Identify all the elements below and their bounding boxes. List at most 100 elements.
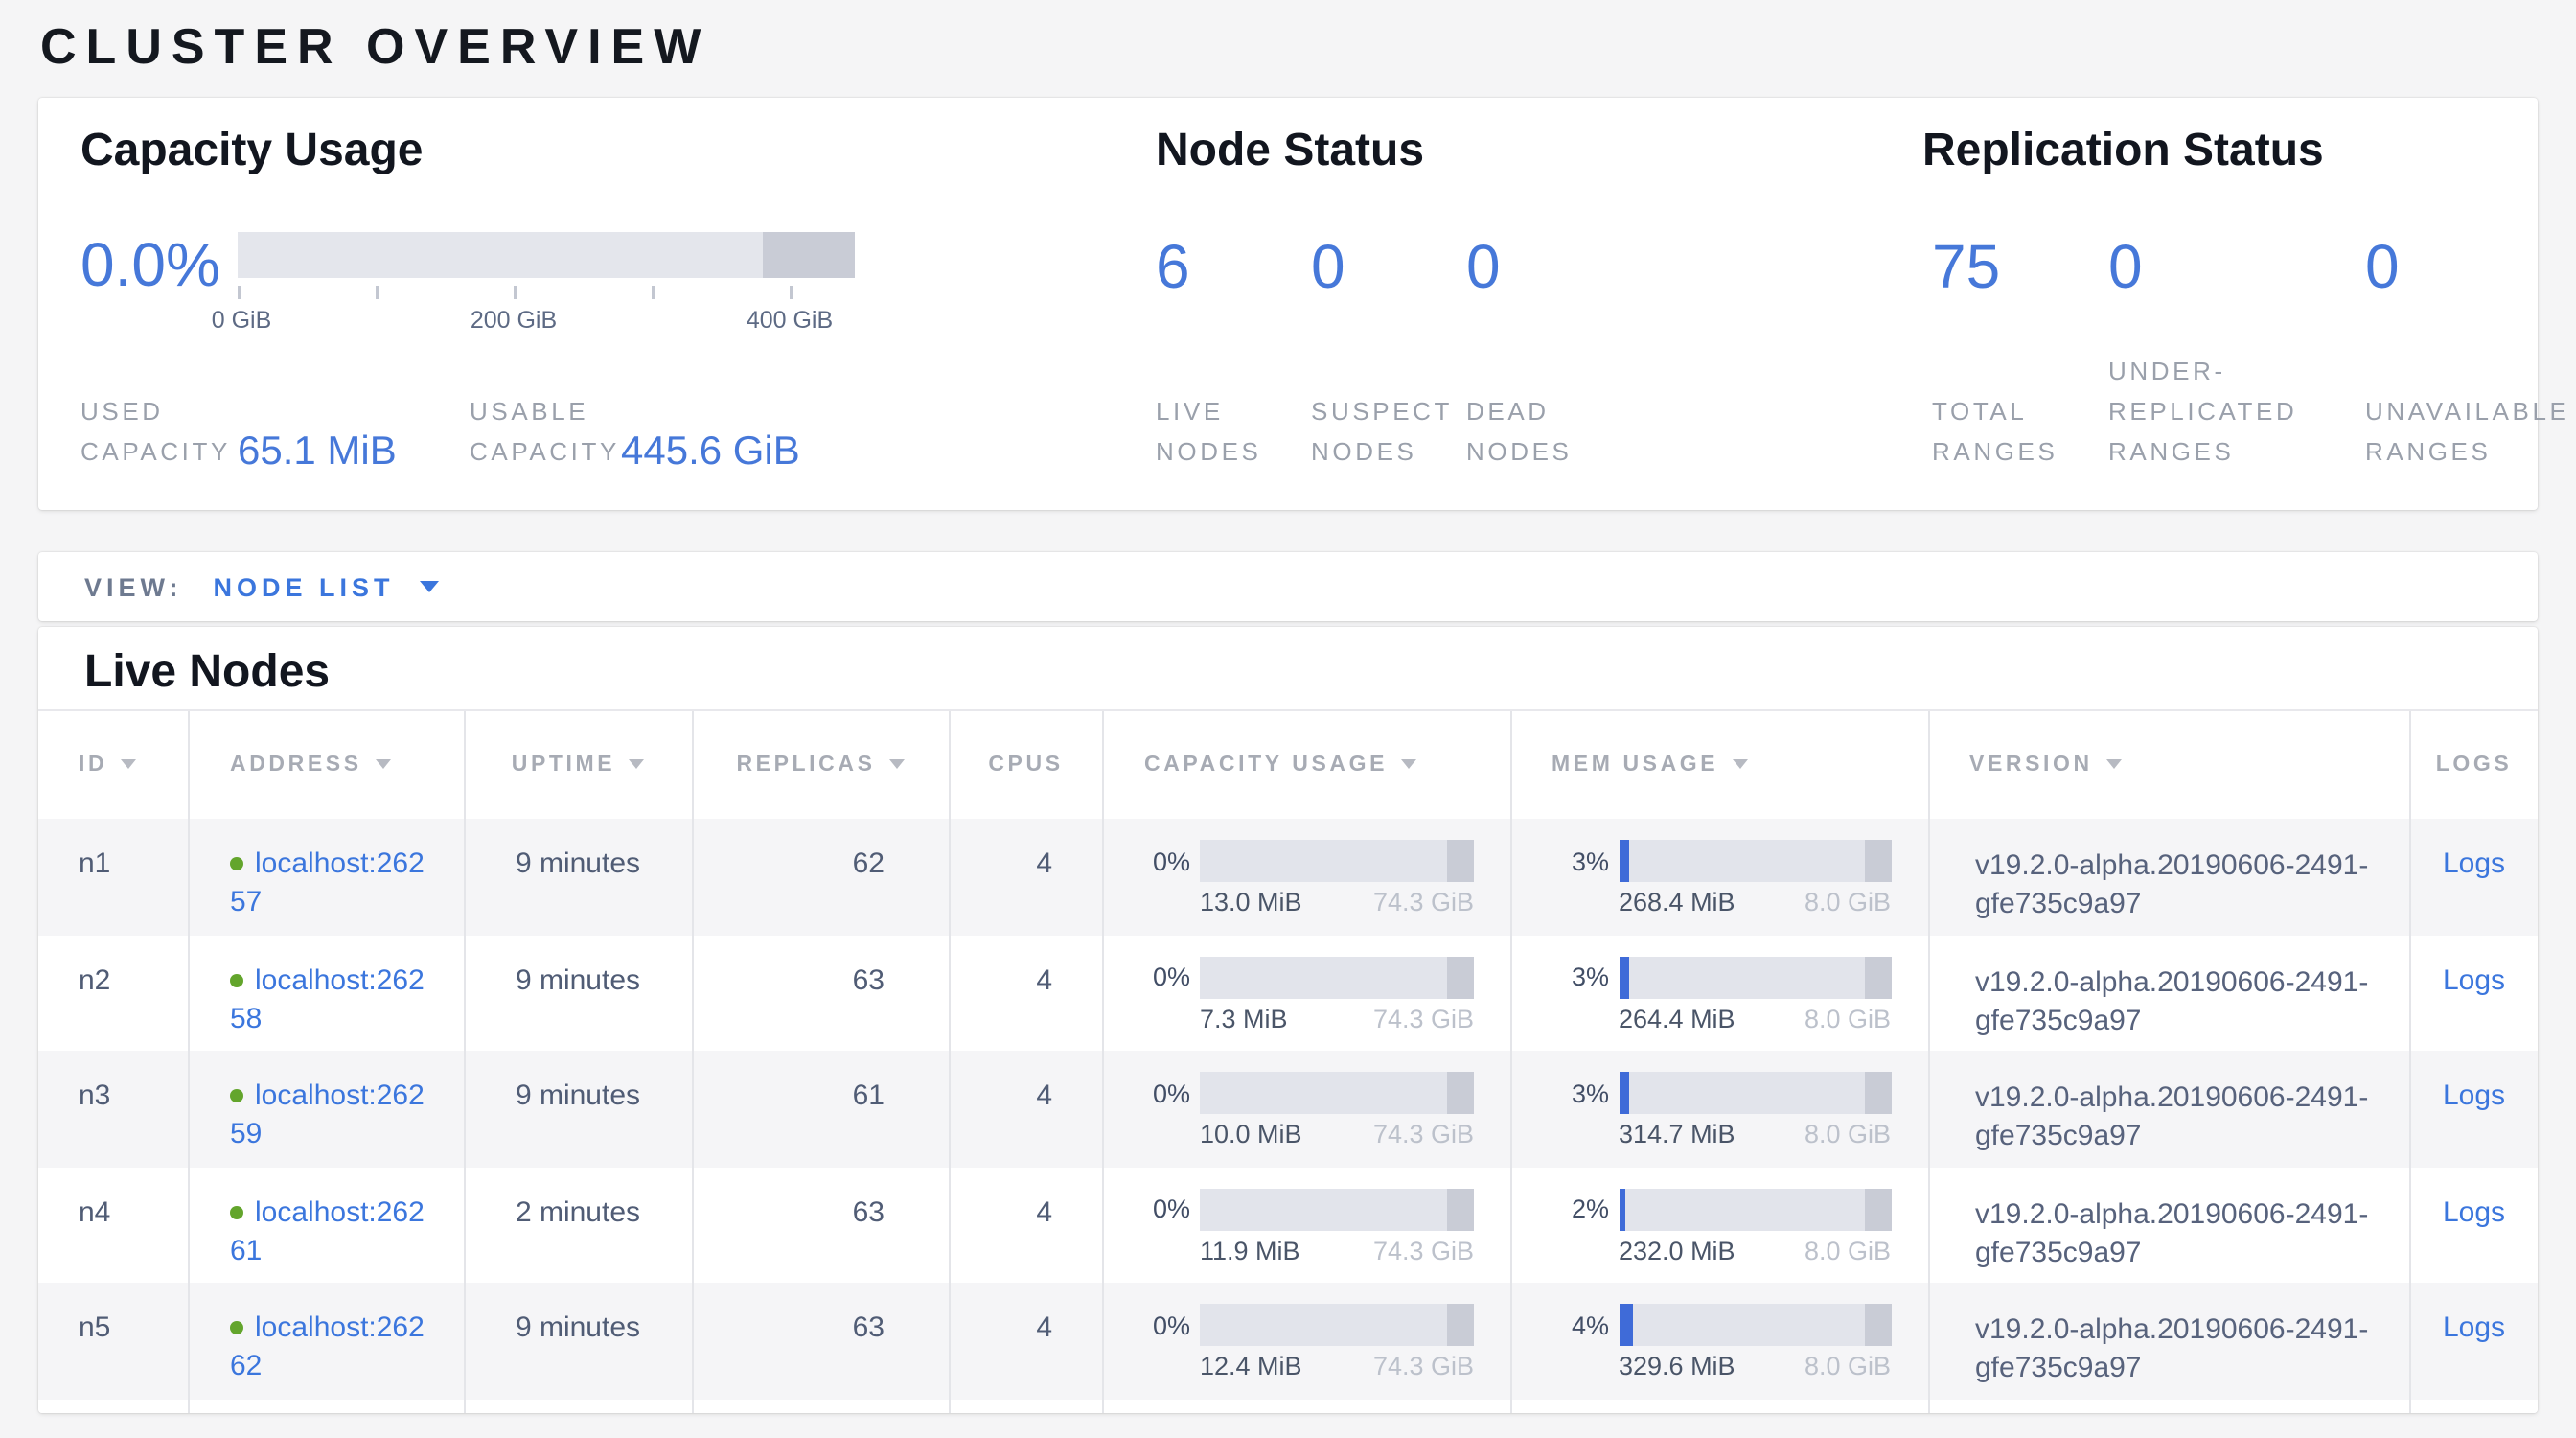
node-address-link[interactable]: localhost:26261 bbox=[230, 1194, 427, 1270]
col-header-id[interactable]: ID bbox=[38, 710, 188, 819]
total-ranges-label: TOTAL RANGES bbox=[1932, 391, 2108, 472]
table-row: n5 localhost:26262 9 minutes 63 4 0% bbox=[38, 1283, 2538, 1399]
mem-usage-bar bbox=[1619, 840, 1891, 882]
capacity-percent: 0.0% bbox=[80, 232, 238, 297]
node-uptime: 9 minutes bbox=[463, 1051, 691, 1167]
node-id: n2 bbox=[38, 935, 188, 1051]
mem-usage-bar bbox=[1619, 1188, 1891, 1230]
node-uptime: 2 minutes bbox=[463, 1167, 691, 1283]
mem-fill-segment bbox=[1619, 956, 1629, 998]
mem-fill-segment bbox=[1619, 1188, 1626, 1230]
live-nodes-title: Live Nodes bbox=[84, 646, 330, 700]
col-header-cpus[interactable]: CPUS bbox=[948, 710, 1102, 819]
capacity-bar-reserved-segment bbox=[763, 232, 855, 278]
capacity-reserved-segment bbox=[1448, 1072, 1474, 1114]
capacity-reserved-segment bbox=[1448, 1188, 1474, 1230]
capacity-max-value: 74.3 GiB bbox=[1373, 888, 1474, 916]
col-header-logs: LOGS bbox=[2409, 710, 2537, 819]
capacity-max-value: 74.3 GiB bbox=[1373, 1236, 1474, 1264]
dead-nodes-count: 0 bbox=[1466, 232, 1501, 303]
node-id: n3 bbox=[38, 1051, 188, 1167]
node-uptime: 9 minutes bbox=[463, 1283, 691, 1399]
capacity-used-value: 13.0 MiB bbox=[1200, 888, 1302, 916]
col-header-uptime[interactable]: UPTIME bbox=[463, 710, 691, 819]
mem-reserved-segment bbox=[1865, 956, 1891, 998]
col-header-replicas[interactable]: REPLICAS bbox=[691, 710, 948, 819]
mem-fill-segment bbox=[1619, 840, 1629, 882]
sort-caret-icon bbox=[629, 760, 644, 770]
usable-capacity-value: 445.6 GiB bbox=[621, 429, 800, 474]
node-version: v19.2.0-alpha.20190606-2491-gfe735c9a97 bbox=[1927, 935, 2409, 1051]
capacity-percent-label: 0% bbox=[1104, 1194, 1200, 1223]
node-logs-cell: Logs bbox=[2409, 819, 2537, 935]
table-row: n4 localhost:26261 2 minutes 63 4 0% bbox=[38, 1167, 2538, 1283]
mem-reserved-segment bbox=[1865, 1072, 1891, 1114]
node-address-link[interactable]: localhost:26262 bbox=[230, 1310, 427, 1386]
mem-usage-bar bbox=[1619, 1072, 1891, 1114]
cluster-overview-page: CLUSTER OVERVIEW Capacity Usage 0.0% bbox=[0, 0, 2576, 1438]
capacity-used-value: 11.9 MiB bbox=[1200, 1236, 1300, 1264]
node-address-link[interactable]: localhost:26257 bbox=[230, 846, 427, 922]
sort-caret-icon bbox=[376, 760, 391, 770]
capacity-percent-label: 0% bbox=[1104, 847, 1200, 875]
view-dropdown[interactable]: NODE LIST bbox=[214, 572, 439, 601]
view-selector-bar: VIEW: NODE LIST bbox=[38, 552, 2538, 621]
logs-link[interactable]: Logs bbox=[2443, 1079, 2505, 1112]
page-title: CLUSTER OVERVIEW bbox=[40, 17, 710, 77]
usable-capacity-label: USABLE CAPACITY bbox=[470, 391, 621, 472]
mem-max-value: 8.0 GiB bbox=[1805, 1004, 1891, 1032]
mem-fill-segment bbox=[1619, 1304, 1633, 1346]
replication-status-title: Replication Status bbox=[1922, 125, 2324, 178]
col-header-version[interactable]: VERSION bbox=[1927, 710, 2409, 819]
cluster-summary-card: Capacity Usage 0.0% 0 GiB bbox=[38, 98, 2538, 510]
total-ranges-count: 75 bbox=[1932, 232, 2108, 303]
node-logs-cell: Logs bbox=[2409, 1167, 2537, 1283]
node-address-cell: localhost:26258 bbox=[188, 935, 463, 1051]
node-status-title: Node Status bbox=[1156, 125, 1424, 178]
capacity-stats: USED CAPACITY 65.1 MiB USABLE CAPACITY 4… bbox=[80, 391, 800, 472]
node-id: n1 bbox=[38, 819, 188, 935]
capacity-axis-labels: 0 GiB 200 GiB 400 GiB bbox=[238, 307, 855, 337]
logs-link[interactable]: Logs bbox=[2443, 963, 2505, 996]
node-version: v19.2.0-alpha.20190606-2491-gfe735c9a97 bbox=[1927, 1051, 2409, 1167]
capacity-used-value: 10.0 MiB bbox=[1200, 1120, 1302, 1148]
col-header-mem-usage[interactable]: MEM USAGE bbox=[1509, 710, 1927, 819]
node-address-link[interactable]: localhost:26258 bbox=[230, 962, 427, 1038]
capacity-bar: 0 GiB 200 GiB 400 GiB bbox=[238, 232, 855, 337]
capacity-max-value: 74.3 GiB bbox=[1373, 1352, 1474, 1380]
node-replicas: 63 bbox=[691, 935, 948, 1051]
node-address-cell: localhost:26257 bbox=[188, 819, 463, 935]
col-header-capacity-usage[interactable]: CAPACITY USAGE bbox=[1102, 710, 1509, 819]
mem-max-value: 8.0 GiB bbox=[1805, 888, 1891, 916]
axis-label-0: 0 GiB bbox=[212, 307, 272, 334]
dead-nodes-label: DEAD NODES bbox=[1466, 391, 1572, 472]
view-dropdown-value: NODE LIST bbox=[214, 572, 395, 601]
logs-link[interactable]: Logs bbox=[2443, 1195, 2505, 1228]
mem-max-value: 8.0 GiB bbox=[1805, 1120, 1891, 1148]
node-cpus: 4 bbox=[948, 1167, 1102, 1283]
mem-percent-label: 4% bbox=[1511, 1310, 1619, 1339]
node-address-link[interactable]: localhost:26259 bbox=[230, 1078, 427, 1154]
under-replicated-ranges-label: UNDER- REPLICATED RANGES bbox=[2108, 351, 2365, 472]
suspect-nodes-count: 0 bbox=[1311, 232, 1466, 303]
capacity-used-value: 7.3 MiB bbox=[1200, 1004, 1288, 1032]
chevron-down-icon bbox=[420, 581, 439, 592]
logs-link[interactable]: Logs bbox=[2443, 1311, 2505, 1344]
mem-max-value: 8.0 GiB bbox=[1805, 1236, 1891, 1264]
capacity-reserved-segment bbox=[1448, 1304, 1474, 1346]
capacity-axis-ticks bbox=[238, 286, 855, 305]
capacity-usage-section: Capacity Usage 0.0% 0 GiB bbox=[80, 98, 943, 510]
under-replicated-ranges-count: 0 bbox=[2108, 232, 2365, 303]
col-header-address[interactable]: ADDRESS bbox=[188, 710, 463, 819]
node-replicas: 63 bbox=[691, 1167, 948, 1283]
logs-link[interactable]: Logs bbox=[2443, 847, 2505, 880]
node-id: n4 bbox=[38, 1167, 188, 1283]
mem-used-value: 232.0 MiB bbox=[1619, 1236, 1736, 1264]
live-nodes-count: 6 bbox=[1156, 232, 1311, 303]
mem-usage-bar bbox=[1619, 1304, 1891, 1346]
capacity-usage-bar bbox=[1200, 956, 1474, 998]
node-mem-usage-cell: 3% 268.4 MiB 8.0 GiB bbox=[1509, 819, 1927, 935]
capacity-reserved-segment bbox=[1448, 840, 1474, 882]
mem-reserved-segment bbox=[1865, 1188, 1891, 1230]
node-cpus: 4 bbox=[948, 1051, 1102, 1167]
